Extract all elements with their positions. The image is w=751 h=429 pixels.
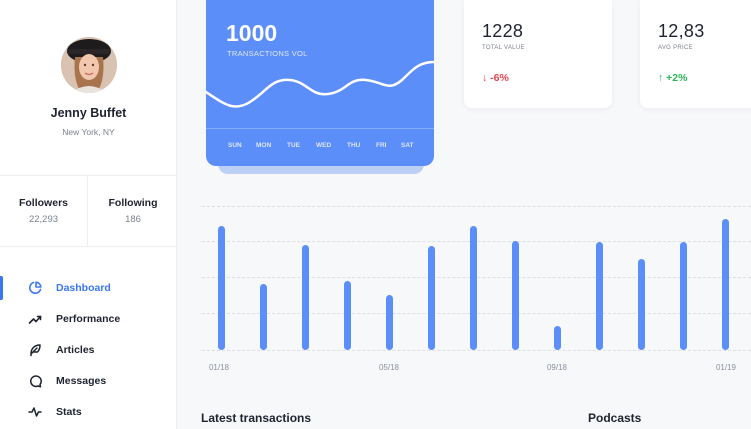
following-label: Following — [108, 197, 158, 209]
follow-stats: Followers 22,293 Following 186 — [0, 175, 177, 247]
stat-card-value: 1228 — [482, 21, 524, 41]
day-label: TUE — [287, 142, 300, 149]
stat-card-label: TOTAL VALUE — [482, 45, 525, 51]
followers-stat[interactable]: Followers 22,293 — [0, 176, 88, 247]
grid-line — [202, 206, 751, 207]
day-label: SUN — [228, 142, 242, 149]
active-indicator — [0, 276, 3, 300]
day-label: WED — [316, 142, 332, 149]
chart-bar[interactable] — [344, 281, 351, 350]
stat-card-change: ↓ -6% — [482, 72, 509, 84]
card-divider — [206, 128, 434, 129]
transactions-value: 1000 — [226, 20, 278, 46]
sidebar-item-label: Dashboard — [56, 282, 111, 294]
profile-name: Jenny Buffet — [50, 106, 127, 120]
stat-card-label: AVG PRICE — [658, 45, 693, 51]
total-value-card[interactable]: 1228 TOTAL VALUE ↓ -6% — [464, 0, 612, 108]
transactions-card[interactable]: 1000 TRANSACTIONS VOL SUN MON TUE WED TH… — [206, 0, 434, 166]
sidebar-item-label: Performance — [56, 313, 121, 325]
followers-label: Followers — [18, 197, 68, 209]
stat-card-value: 12,83 — [658, 21, 705, 41]
stat-card-change: ↑ +2% — [658, 72, 688, 84]
x-tick-label: 01/18 — [208, 363, 230, 372]
transactions-bar-chart: 01/18 05/18 09/18 01/19 — [190, 196, 751, 386]
day-label: FRI — [376, 142, 387, 149]
trending-up-icon — [28, 312, 42, 326]
chart-bar[interactable] — [596, 242, 603, 350]
x-tick-label: 05/18 — [378, 363, 400, 372]
chart-bar[interactable] — [386, 295, 393, 350]
profile-location: New York, NY — [62, 127, 115, 137]
day-label: THU — [347, 142, 361, 149]
sidebar-item-dashboard[interactable]: Dashboard — [0, 274, 177, 302]
following-stat[interactable]: Following 186 — [89, 176, 177, 247]
day-label: MON — [256, 142, 272, 149]
following-count: 186 — [125, 214, 141, 225]
sidebar-item-label: Messages — [56, 375, 107, 387]
feather-icon — [28, 343, 42, 357]
sidebar-item-articles[interactable]: Articles — [0, 336, 177, 364]
chart-bar[interactable] — [302, 245, 309, 350]
sidebar: Jenny Buffet New York, NY Followers 22,2… — [0, 0, 177, 429]
chart-bar[interactable] — [680, 242, 687, 350]
day-label: SAT — [401, 142, 414, 149]
chart-bar[interactable] — [722, 219, 729, 350]
followers-count: 22,293 — [28, 214, 59, 225]
x-tick-label: 09/18 — [546, 363, 568, 372]
activity-icon — [28, 405, 42, 419]
sidebar-item-messages[interactable]: Messages — [0, 367, 177, 395]
weekday-labels: SUN MON TUE WED THU FRI SAT — [206, 142, 434, 152]
sidebar-item-stats[interactable]: Stats — [0, 398, 177, 426]
transactions-wave-line — [206, 60, 434, 108]
latest-transactions-heading: Latest transactions — [201, 411, 312, 425]
chart-bar[interactable] — [512, 241, 519, 350]
sidebar-item-label: Stats — [56, 406, 82, 418]
chart-bar[interactable] — [260, 284, 267, 350]
chart-bar[interactable] — [638, 259, 645, 350]
chart-bar[interactable] — [470, 226, 477, 350]
avg-price-card[interactable]: 12,83 AVG PRICE ↑ +2% — [640, 0, 751, 108]
grid-line — [202, 350, 751, 351]
chart-bar[interactable] — [218, 226, 225, 350]
sidebar-item-performance[interactable]: Performance — [0, 305, 177, 333]
pie-chart-icon — [28, 281, 42, 295]
chart-bar[interactable] — [554, 326, 561, 350]
avatar[interactable] — [61, 37, 117, 93]
message-circle-icon — [28, 374, 42, 388]
sidebar-item-label: Articles — [56, 344, 95, 356]
chart-bar[interactable] — [428, 246, 435, 350]
x-tick-label: 01/19 — [715, 363, 737, 372]
podcasts-heading: Podcasts — [588, 411, 642, 425]
